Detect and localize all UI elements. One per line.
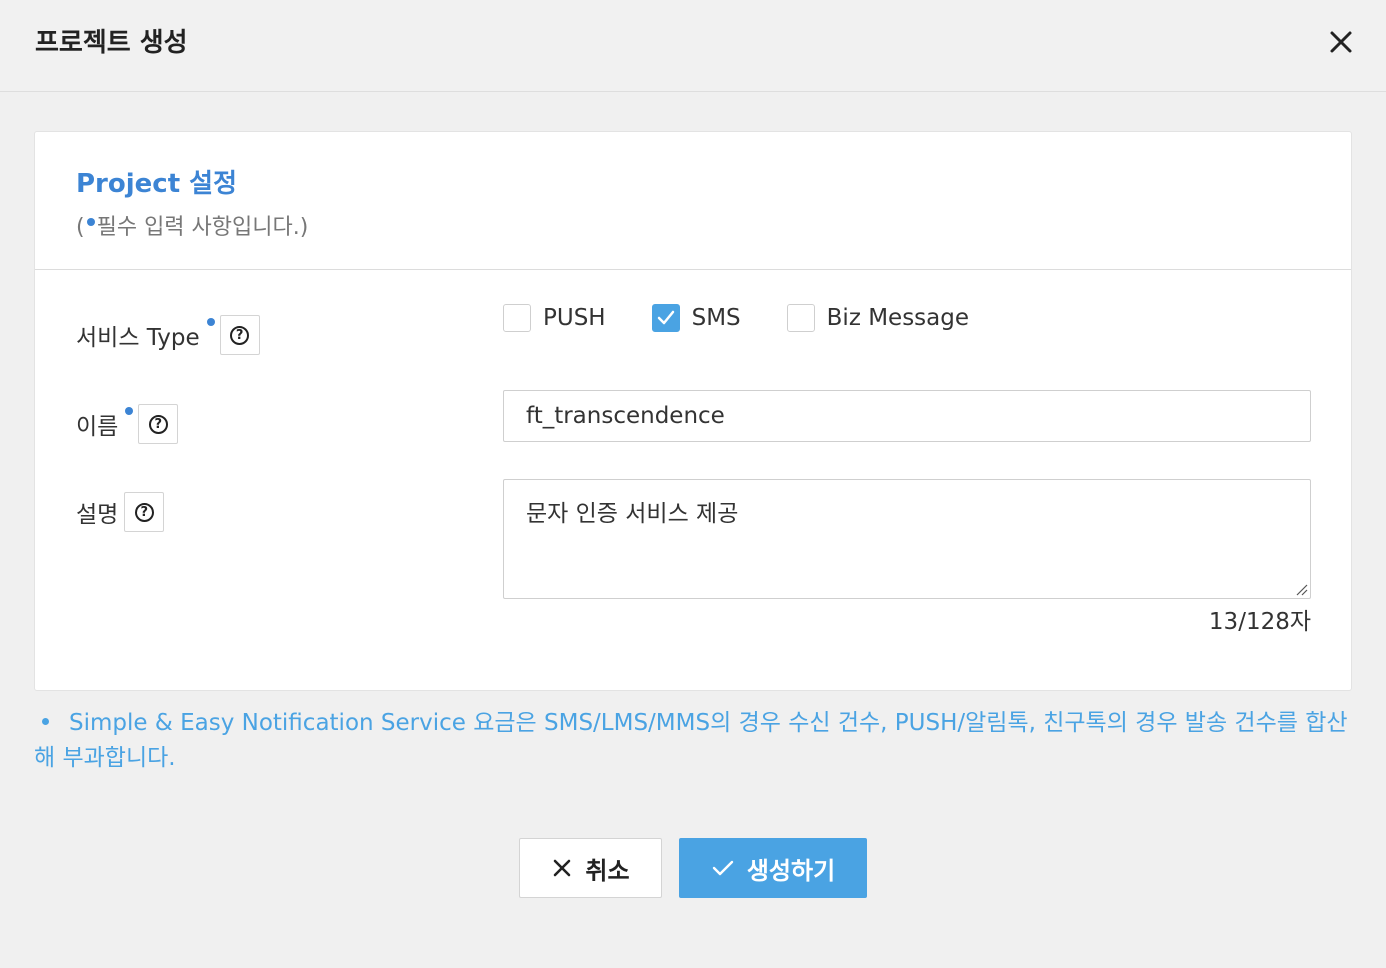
checkmark-icon bbox=[657, 310, 674, 325]
question-icon: ? bbox=[148, 414, 168, 434]
close-button[interactable] bbox=[1322, 24, 1360, 60]
create-label: 생성하기 bbox=[746, 856, 836, 885]
resize-handle-icon[interactable] bbox=[1294, 582, 1308, 596]
character-counter: 13/128자 bbox=[1208, 609, 1311, 635]
biz-message-checkbox[interactable] bbox=[786, 304, 815, 332]
service-type-options: PUSH SMS Biz Message bbox=[503, 304, 1015, 332]
required-note: ( 필수 입력 사항입니다.) bbox=[76, 209, 308, 241]
service-type-label-group: 서비스 Type ? bbox=[76, 314, 260, 355]
description-label-group: 설명 ? bbox=[76, 491, 165, 532]
required-dot-icon bbox=[206, 318, 215, 326]
service-type-help-button[interactable]: ? bbox=[219, 315, 260, 355]
card-title: Project 설정 bbox=[76, 169, 238, 199]
required-note-text: 필수 입력 사항입니다.) bbox=[96, 215, 309, 240]
push-checkbox[interactable] bbox=[503, 304, 531, 332]
cancel-label: 취소 bbox=[585, 856, 630, 885]
description-value: 문자 인증 서비스 제공 bbox=[526, 501, 739, 527]
dialog-title: 프로젝트 생성 bbox=[35, 28, 188, 58]
project-settings-card: Project 설정 ( 필수 입력 사항입니다.) 서비스 Type ? PUS… bbox=[34, 131, 1352, 691]
biz-message-label: Biz Message bbox=[826, 305, 970, 331]
question-icon: ? bbox=[230, 325, 250, 345]
required-dot-icon bbox=[125, 407, 134, 415]
cancel-button[interactable]: 취소 bbox=[519, 838, 662, 898]
name-label: 이름 bbox=[76, 414, 119, 440]
close-icon bbox=[551, 857, 573, 879]
description-label: 설명 bbox=[76, 502, 119, 528]
name-input[interactable]: ft_transcendence bbox=[503, 390, 1311, 442]
required-dot-icon bbox=[86, 218, 95, 226]
bullet-icon bbox=[42, 718, 49, 725]
description-textarea[interactable]: 문자 인증 서비스 제공 bbox=[503, 479, 1311, 599]
required-note-open-paren: ( bbox=[76, 215, 85, 240]
name-label-group: 이름 ? bbox=[76, 403, 179, 444]
sms-checkbox[interactable] bbox=[651, 304, 680, 332]
question-icon: ? bbox=[134, 502, 154, 522]
notice-text: Simple & Easy Notification Service 요금은 S… bbox=[34, 710, 1348, 771]
sms-label: SMS bbox=[691, 305, 741, 331]
description-help-button[interactable]: ? bbox=[124, 492, 165, 532]
checkmark-icon bbox=[711, 857, 735, 879]
name-help-button[interactable]: ? bbox=[138, 404, 179, 444]
option-biz-message[interactable]: Biz Message bbox=[786, 304, 970, 332]
service-type-label: 서비스 Type bbox=[76, 325, 200, 351]
option-sms[interactable]: SMS bbox=[651, 304, 741, 332]
dialog-header: 프로젝트 생성 bbox=[0, 0, 1386, 92]
pricing-notice: Simple & Easy Notification Service 요금은 S… bbox=[34, 706, 1350, 776]
card-header: Project 설정 ( 필수 입력 사항입니다.) bbox=[35, 132, 1351, 270]
close-icon bbox=[1330, 31, 1352, 53]
push-label: PUSH bbox=[543, 305, 606, 331]
option-push[interactable]: PUSH bbox=[503, 304, 606, 332]
create-button[interactable]: 생성하기 bbox=[679, 838, 867, 898]
